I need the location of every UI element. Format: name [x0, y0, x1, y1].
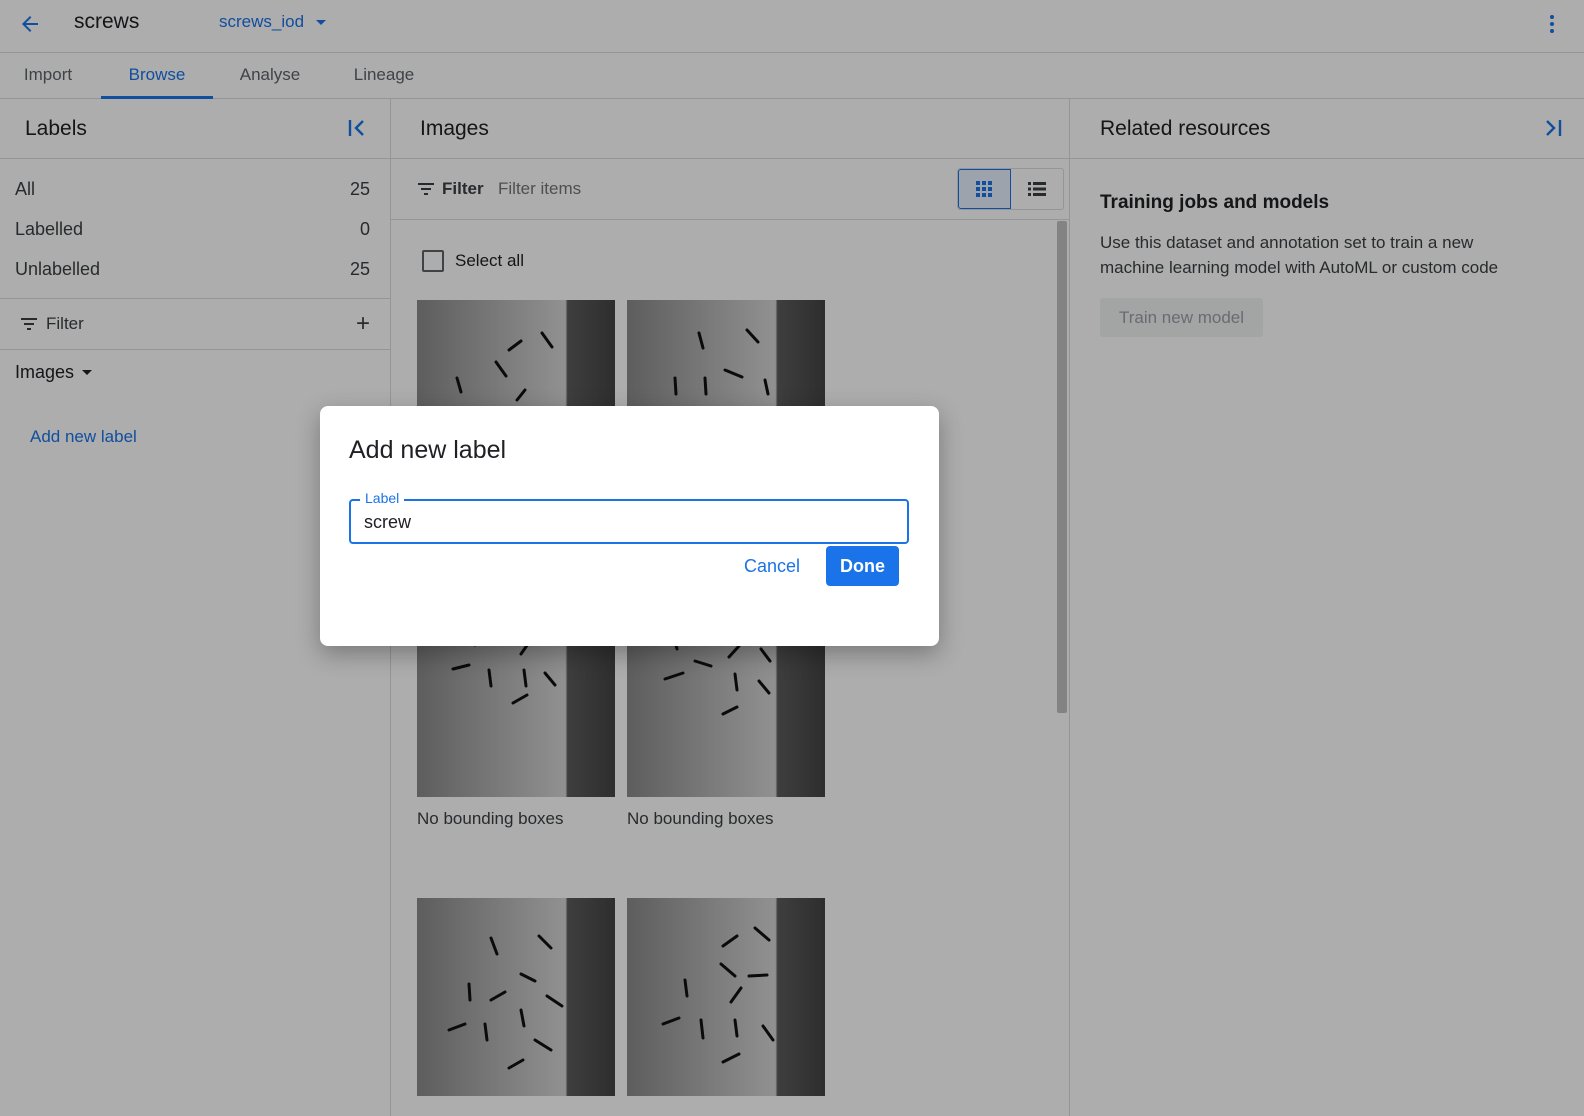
label-field: Label — [349, 490, 909, 544]
cancel-button[interactable]: Cancel — [732, 546, 812, 586]
label-field-caption: Label — [360, 490, 405, 506]
dialog-title: Add new label — [349, 436, 507, 464]
done-button[interactable]: Done — [826, 546, 899, 586]
add-new-label-dialog: Add new label Label Cancel Done — [320, 406, 939, 646]
label-input[interactable] — [364, 512, 884, 533]
